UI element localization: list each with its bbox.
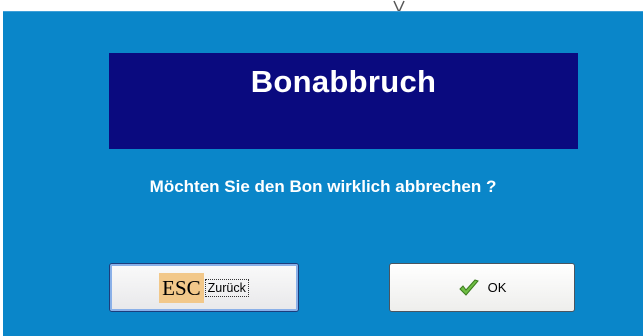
- back-button-label: Zurück: [204, 278, 249, 297]
- ok-button-label: OK: [487, 280, 507, 295]
- confirmation-question: Möchten Sie den Bon wirklich abbrechen ?: [149, 177, 497, 196]
- checkmark-icon: [458, 278, 479, 296]
- cancel-receipt-dialog: Bonabbruch Möchten Sie den Bon wirklich …: [3, 11, 643, 336]
- back-button[interactable]: ESC Zurück: [109, 263, 299, 312]
- ok-button[interactable]: OK: [389, 263, 575, 312]
- title-banner: Bonabbruch: [109, 53, 578, 149]
- esc-key-badge: ESC: [159, 272, 204, 303]
- dialog-title: Bonabbruch: [250, 64, 437, 99]
